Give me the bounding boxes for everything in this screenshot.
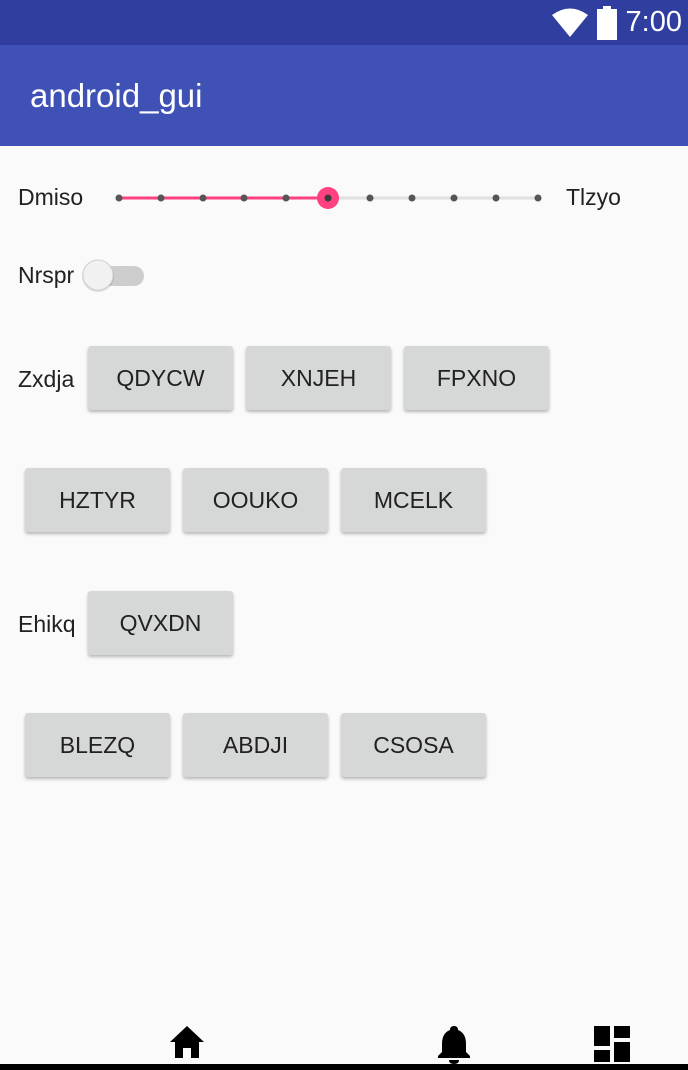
group1-button-6[interactable]: MCELK	[341, 468, 486, 532]
group2-button-1[interactable]: QVXDN	[88, 591, 233, 655]
wifi-icon	[551, 8, 588, 37]
group2-button-4[interactable]: CSOSA	[341, 713, 486, 777]
group1-label: Zxdja	[18, 366, 75, 392]
slider-tick	[492, 194, 500, 202]
group2-button-3[interactable]: ABDJI	[183, 713, 328, 777]
status-bar: 7:00	[0, 0, 688, 45]
group1-button-4[interactable]: HZTYR	[25, 468, 170, 532]
slider-left-label: Dmiso	[18, 184, 84, 210]
group1-button-2[interactable]: XNJEH	[246, 346, 391, 410]
switch-label: Nrspr	[18, 262, 75, 288]
bell-icon[interactable]	[436, 1024, 472, 1064]
group1-button-5[interactable]: OOUKO	[183, 468, 328, 532]
slider-right-label: Tlzyo	[566, 184, 621, 210]
slider-tick	[366, 194, 374, 202]
slider-tick	[240, 194, 248, 202]
slider-tick	[199, 194, 207, 202]
group2-button-2[interactable]: BLEZQ	[25, 713, 170, 777]
status-time: 7:00	[625, 6, 682, 38]
group1-button-1[interactable]: QDYCW	[88, 346, 233, 410]
bottom-edge	[0, 1064, 688, 1070]
slider-tick	[157, 194, 165, 202]
slider-tick	[282, 194, 290, 202]
status-icons: 7:00	[551, 0, 682, 45]
dashboard-icon[interactable]	[594, 1026, 630, 1062]
battery-icon	[596, 5, 617, 40]
app-bar: android_gui	[0, 45, 688, 146]
group1-button-3[interactable]: FPXNO	[404, 346, 549, 410]
toggle-switch[interactable]	[80, 258, 146, 294]
app-title: android_gui	[30, 77, 203, 114]
slider-tick	[534, 194, 542, 202]
slider-tick	[450, 194, 458, 202]
group2-label: Ehikq	[18, 611, 76, 637]
discrete-slider[interactable]	[108, 180, 550, 216]
slider-tick	[115, 194, 123, 202]
slider-tick	[408, 194, 416, 202]
home-icon[interactable]	[168, 1024, 206, 1060]
